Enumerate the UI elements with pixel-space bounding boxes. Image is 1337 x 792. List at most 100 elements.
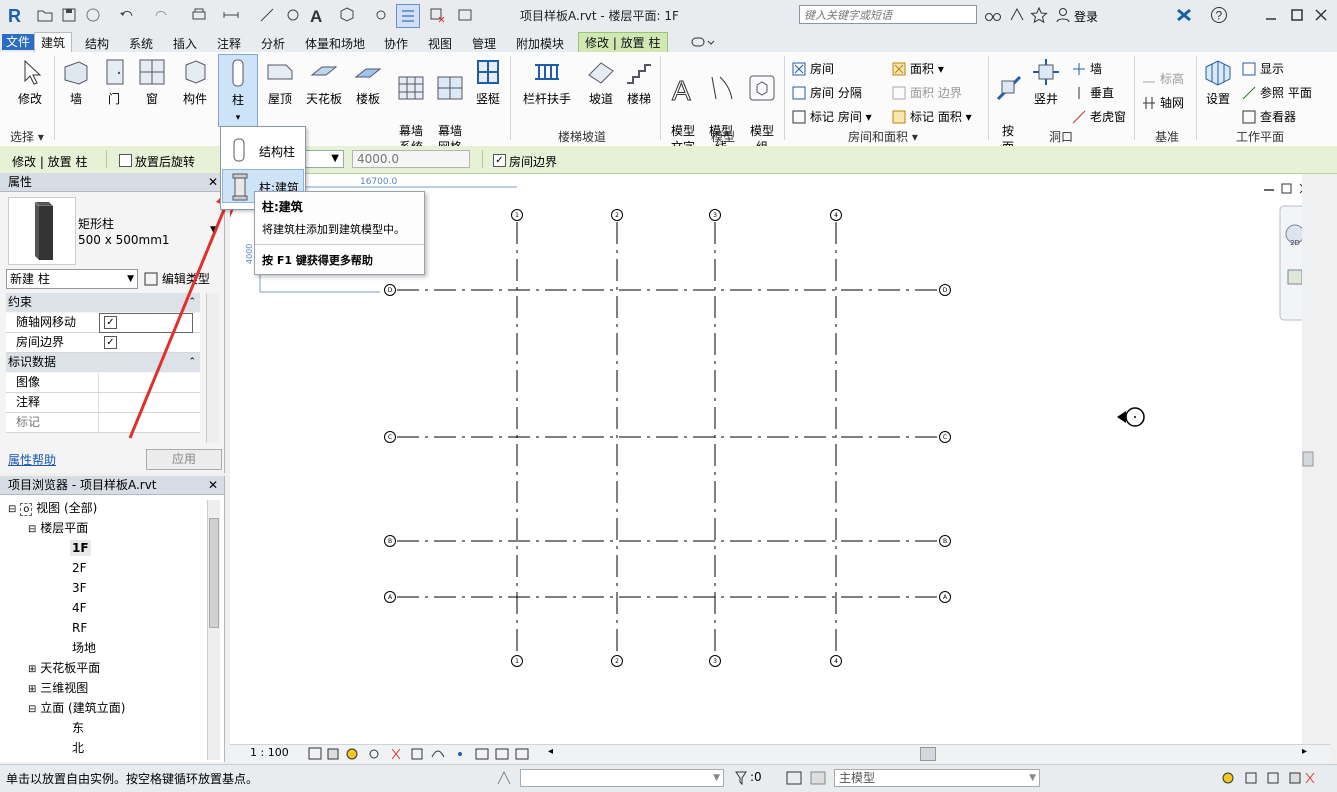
redo-icon[interactable] <box>152 6 170 24</box>
selection-mode-icons[interactable] <box>1220 770 1330 786</box>
user-icon[interactable] <box>1054 6 1072 24</box>
opening-by-face-button[interactable]: 按 面 <box>994 57 1022 155</box>
thin-lines-icon[interactable] <box>396 4 420 28</box>
dormer-opening-button[interactable]: 老虎窗 <box>1072 108 1126 125</box>
wall-opening-button[interactable]: 墙 <box>1072 60 1102 77</box>
login-button[interactable]: 登录 <box>1074 8 1098 25</box>
exchange-apps-icon[interactable] <box>1175 6 1193 24</box>
view-control-icons[interactable] <box>308 747 548 761</box>
component-button[interactable]: 构件 <box>178 57 212 107</box>
scroll-right-icon[interactable]: ▸ <box>1302 746 1307 757</box>
structural-column-menu-item[interactable]: 结构柱 <box>221 133 305 167</box>
tab-annotate[interactable]: 注释 <box>217 35 241 52</box>
search-input[interactable]: 键入关键字或短语 <box>799 5 977 24</box>
tree-item-elevations[interactable]: ⊟ 立面 (建筑立面) <box>28 700 125 718</box>
minimize-icon[interactable] <box>1262 6 1280 24</box>
tab-modify-place-column[interactable]: 修改 | 放置 柱 <box>578 32 668 53</box>
tab-systems[interactable]: 系统 <box>129 35 153 52</box>
window-button[interactable]: 窗 <box>137 57 167 107</box>
room-separator-button[interactable]: 房间 分隔 <box>792 84 862 101</box>
panel-select-label[interactable]: 选择 ▾ <box>10 128 44 145</box>
curtain-grid-button[interactable]: 幕墙 网格 <box>434 57 466 155</box>
room-bounding-checkbox[interactable]: ✓ <box>493 154 506 167</box>
door-button[interactable]: 门 <box>100 57 128 107</box>
grid-button[interactable]: 轴网 <box>1142 94 1184 111</box>
editing-requests-icon[interactable] <box>810 770 826 786</box>
maximize-icon[interactable] <box>1288 6 1306 24</box>
ref-plane-button[interactable]: 参照 平面 <box>1242 84 1312 101</box>
level-button[interactable]: 标高 <box>1142 70 1184 87</box>
move-with-grids-checkbox[interactable]: ✓ <box>104 316 117 329</box>
binoculars-icon[interactable] <box>984 6 1002 24</box>
area-button[interactable]: 面积 ▾ <box>892 60 944 77</box>
tab-analyze[interactable]: 分析 <box>261 35 285 52</box>
area-boundary-button[interactable]: 面积 边界 <box>892 84 962 101</box>
tree-item-4f[interactable]: 4F <box>72 600 87 616</box>
tree-item-floor-plans[interactable]: ⊟ 楼层平面 <box>28 520 88 538</box>
model-group-button[interactable]: 模型 组 <box>746 57 778 155</box>
worksets-icon[interactable] <box>496 770 512 786</box>
design-options-icon[interactable] <box>786 770 802 786</box>
horizontal-scroll-thumb[interactable] <box>920 747 936 761</box>
tab-manage[interactable]: 管理 <box>472 35 496 52</box>
measure-icon[interactable] <box>222 6 240 24</box>
filter-icon[interactable] <box>734 770 748 786</box>
scale-label[interactable]: 1 : 100 <box>250 746 289 759</box>
scroll-left-icon[interactable]: ◂ <box>548 746 553 757</box>
aligned-dimension-icon[interactable] <box>258 6 276 24</box>
tag-area-button[interactable]: 标记 面积 ▾ <box>892 108 972 125</box>
tree-item-views[interactable]: ⊟ o 视图 (全部) <box>8 500 97 518</box>
apply-button[interactable]: 应用 <box>146 449 222 470</box>
tag-icon[interactable] <box>284 6 302 24</box>
tab-file[interactable]: 文件 <box>2 34 35 50</box>
close-hidden-icon[interactable] <box>428 6 446 24</box>
ribbon-toggle-icon[interactable] <box>690 35 716 52</box>
help-icon[interactable]: ? <box>1210 6 1228 24</box>
save-icon[interactable] <box>60 6 78 24</box>
model-text-button[interactable]: A 模型 文字 <box>666 57 700 155</box>
tree-item-1f[interactable]: 1F <box>70 540 91 556</box>
railing-button[interactable]: 栏杆扶手 <box>520 57 574 107</box>
tree-item-ceiling-plans[interactable]: ⊞ 天花板平面 <box>28 660 100 678</box>
floor-button[interactable]: 楼板 <box>352 57 384 107</box>
show-workplane-button[interactable]: 显示 <box>1242 60 1284 77</box>
tree-item-3f[interactable]: 3F <box>72 580 87 596</box>
roof-button[interactable]: 屋顶 <box>264 57 296 107</box>
panel-room-area-label[interactable]: 房间和面积 ▾ <box>848 128 918 145</box>
favorites-star-icon[interactable] <box>1030 6 1048 24</box>
design-option-dropdown[interactable]: 主模型 ▼ <box>834 769 1040 787</box>
viewer-button[interactable]: 查看器 <box>1242 108 1296 125</box>
curtain-system-button[interactable]: 幕墙 系统 <box>394 57 428 155</box>
mullion-button[interactable]: 竖梃 <box>472 57 504 107</box>
tree-item-rf[interactable]: RF <box>72 620 87 636</box>
modify-button[interactable]: 修改 <box>14 57 46 107</box>
section-icon[interactable] <box>372 6 390 24</box>
tab-massing-site[interactable]: 体量和场地 <box>305 35 365 52</box>
tree-item-east[interactable]: 东 <box>72 720 84 736</box>
open-icon[interactable] <box>36 6 54 24</box>
shaft-button[interactable]: 竖井 <box>1030 57 1062 107</box>
tree-item-3d-views[interactable]: ⊞ 三维视图 <box>28 680 88 698</box>
revit-logo-icon[interactable]: R <box>6 4 26 26</box>
3d-view-icon[interactable] <box>338 6 356 24</box>
tree-item-site[interactable]: 场地 <box>72 640 96 656</box>
tab-view[interactable]: 视图 <box>428 35 452 52</box>
height-type-dropdown[interactable]: ▼ <box>304 150 344 168</box>
instance-filter-dropdown[interactable]: 新建 柱 ▼ <box>6 269 138 289</box>
tab-insert[interactable]: 插入 <box>173 35 197 52</box>
stair-button[interactable]: 楼梯 <box>624 57 654 107</box>
tab-structure[interactable]: 结构 <box>85 35 109 52</box>
room-button[interactable]: 房间 <box>792 60 834 77</box>
sync-icon[interactable] <box>84 6 102 24</box>
ceiling-button[interactable]: 天花板 <box>304 57 344 107</box>
undo-icon[interactable] <box>118 6 136 24</box>
height-value-input[interactable]: 4000.0 <box>352 150 470 168</box>
wall-button[interactable]: 墙 <box>60 57 92 107</box>
close-icon[interactable]: ✕ <box>208 476 218 494</box>
tab-architecture[interactable]: 建筑 <box>34 32 73 53</box>
set-workplane-button[interactable]: 设置 <box>1202 57 1234 107</box>
subscription-icon[interactable] <box>1008 6 1026 24</box>
switch-windows-icon[interactable] <box>456 6 474 24</box>
tab-collaborate[interactable]: 协作 <box>384 35 408 52</box>
close-window-icon[interactable] <box>1312 6 1330 24</box>
